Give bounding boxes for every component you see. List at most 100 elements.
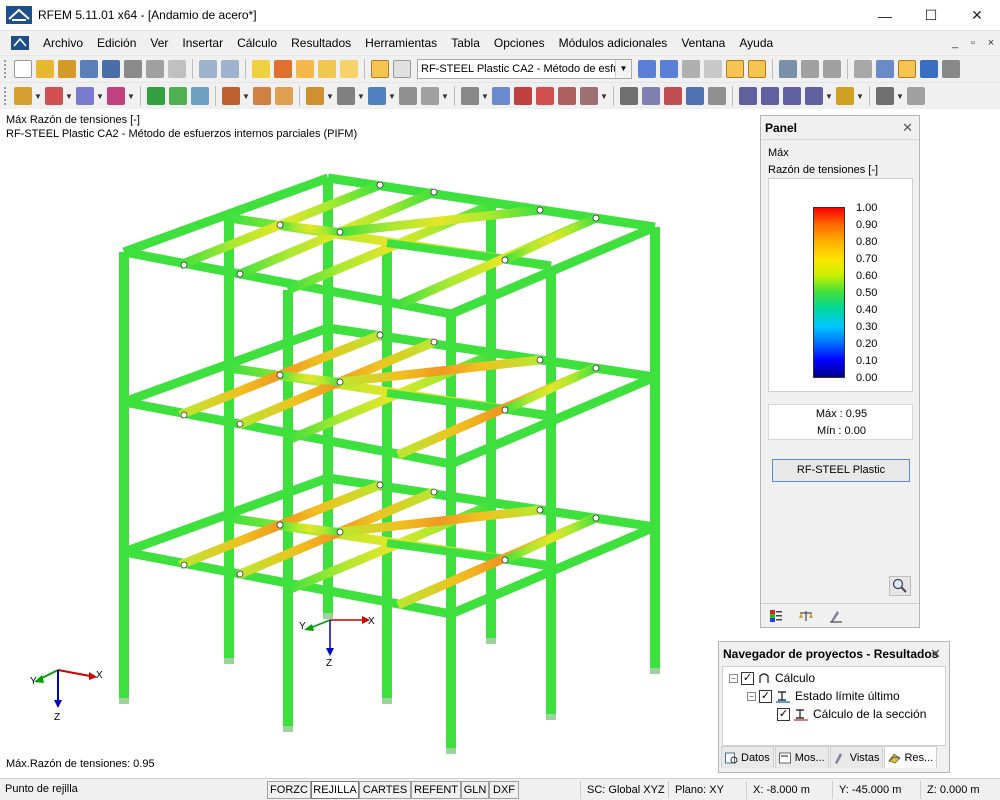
cut-icon[interactable] — [421, 87, 439, 105]
show-values-icon[interactable] — [748, 60, 766, 78]
result-node[interactable] — [430, 338, 438, 346]
result-node[interactable] — [336, 528, 344, 536]
snap-forzc-button[interactable]: FORZC — [267, 781, 311, 799]
support-footing[interactable] — [323, 613, 333, 619]
menu-modulos-adicionales[interactable]: Módulos adicionales — [552, 31, 675, 55]
toolbar-grip[interactable] — [4, 87, 8, 105]
support-footing[interactable] — [224, 658, 234, 664]
cube-icon[interactable] — [399, 87, 417, 105]
snap-refent-button[interactable]: REFENT — [411, 781, 461, 799]
copy-icon[interactable] — [492, 87, 510, 105]
close-button[interactable]: ✕ — [954, 0, 1000, 31]
dimension-icon[interactable] — [907, 87, 925, 105]
render-icon[interactable] — [876, 87, 894, 105]
zoom-icon[interactable] — [642, 87, 660, 105]
snap-icon[interactable] — [876, 60, 894, 78]
chevron-down-icon[interactable]: ▼ — [615, 60, 631, 78]
show-results-icon[interactable] — [726, 60, 744, 78]
surface-load-icon[interactable] — [275, 87, 293, 105]
menu-calculo[interactable]: Cálculo — [230, 31, 284, 55]
rotate-icon[interactable] — [514, 87, 532, 105]
checkbox-calculo[interactable]: ✓ — [741, 671, 754, 685]
color-scale-bar[interactable] — [813, 207, 845, 378]
dropdown-arrow-icon[interactable]: ▼ — [600, 92, 608, 101]
checkbox-calculo-seccion[interactable]: ✓ — [777, 707, 790, 721]
table-view-icon[interactable] — [393, 60, 411, 78]
menu-tabla[interactable]: Tabla — [444, 31, 487, 55]
menu-ver[interactable]: Ver — [143, 31, 175, 55]
result-node[interactable] — [236, 570, 244, 578]
release-icon[interactable] — [191, 87, 209, 105]
menu-insertar[interactable]: Insertar — [175, 31, 230, 55]
result-node[interactable] — [180, 261, 188, 269]
line-icon[interactable] — [45, 87, 63, 105]
panel-tab-factors[interactable] — [791, 604, 821, 627]
dropdown-arrow-icon[interactable]: ▼ — [127, 92, 135, 101]
values-icon[interactable] — [704, 60, 722, 78]
pan-icon[interactable] — [920, 60, 938, 78]
view-x-icon[interactable] — [739, 87, 757, 105]
maximize-button[interactable]: ☐ — [908, 0, 954, 31]
dropdown-arrow-icon[interactable]: ▼ — [242, 92, 250, 101]
menu-ventana[interactable]: Ventana — [674, 31, 732, 55]
results-tool-icon[interactable] — [318, 60, 336, 78]
result-node[interactable] — [276, 521, 284, 529]
grid-icon[interactable] — [854, 60, 872, 78]
tree-node-calculo-seccion[interactable]: ✓ Cálculo de la sección — [777, 705, 926, 723]
more-tools-icon[interactable] — [942, 60, 960, 78]
result-node[interactable] — [276, 371, 284, 379]
result-node[interactable] — [501, 556, 509, 564]
dropdown-arrow-icon[interactable]: ▼ — [856, 92, 864, 101]
checkbox-estado-limite[interactable]: ✓ — [759, 689, 772, 703]
snap-gln-button[interactable]: GLN — [461, 781, 489, 799]
support-footing[interactable] — [446, 748, 456, 754]
navigator-tab-mostrar[interactable]: Mos... — [774, 746, 829, 768]
menu-resultados[interactable]: Resultados — [284, 31, 358, 55]
result-node[interactable] — [376, 331, 384, 339]
animate-icon[interactable] — [823, 60, 841, 78]
result-node[interactable] — [592, 214, 600, 222]
menu-edicion[interactable]: Edición — [90, 31, 143, 55]
print-icon[interactable] — [124, 60, 142, 78]
menu-archivo[interactable]: Archivo — [36, 31, 90, 55]
support-footing[interactable] — [486, 638, 496, 644]
result-node[interactable] — [501, 406, 509, 414]
result-node[interactable] — [336, 228, 344, 236]
tree-node-estado-limite[interactable]: − ✓ Estado límite último — [747, 687, 900, 705]
member-icon[interactable] — [76, 87, 94, 105]
display-icon[interactable] — [836, 87, 854, 105]
transform-icon[interactable] — [461, 87, 479, 105]
snap-cartes-button[interactable]: CARTES — [359, 781, 411, 799]
dropdown-arrow-icon[interactable]: ▼ — [388, 92, 396, 101]
deform-icon[interactable] — [801, 60, 819, 78]
view-y-icon[interactable] — [761, 87, 779, 105]
snap-rejilla-button[interactable]: REJILLA — [311, 781, 359, 799]
doc-minimize-button[interactable]: _ — [946, 37, 964, 49]
dropdown-arrow-icon[interactable]: ▼ — [96, 92, 104, 101]
move-icon[interactable] — [898, 60, 916, 78]
doc-close-button[interactable]: × — [982, 37, 1000, 49]
support-footing[interactable] — [283, 726, 293, 732]
result-node[interactable] — [430, 188, 438, 196]
open-folder-icon[interactable] — [36, 60, 54, 78]
panel-tab-colors[interactable] — [761, 604, 791, 627]
minimize-button[interactable]: — — [862, 0, 908, 31]
navigator-tab-resultados[interactable]: Res... — [884, 746, 938, 768]
toolbar-grip[interactable] — [4, 60, 8, 78]
coordinate-system[interactable]: SC: Global XYZ — [580, 781, 668, 799]
surface-icon[interactable] — [107, 87, 125, 105]
result-node[interactable] — [376, 481, 384, 489]
view-iso-icon[interactable] — [805, 87, 823, 105]
rf-steel-plastic-button[interactable]: RF-STEEL Plastic — [772, 459, 910, 482]
result-node[interactable] — [336, 378, 344, 386]
dropdown-arrow-icon[interactable]: ▼ — [326, 92, 334, 101]
target-tool-icon[interactable] — [296, 60, 314, 78]
result-node[interactable] — [592, 514, 600, 522]
new-file-icon[interactable] — [14, 60, 32, 78]
scale-model-icon[interactable] — [558, 87, 576, 105]
support-footing[interactable] — [382, 698, 392, 704]
tree-node-calculo[interactable]: − ✓ Cálculo — [729, 669, 815, 687]
next-case-icon[interactable] — [660, 60, 678, 78]
save-icon[interactable] — [80, 60, 98, 78]
view-z-icon[interactable] — [783, 87, 801, 105]
